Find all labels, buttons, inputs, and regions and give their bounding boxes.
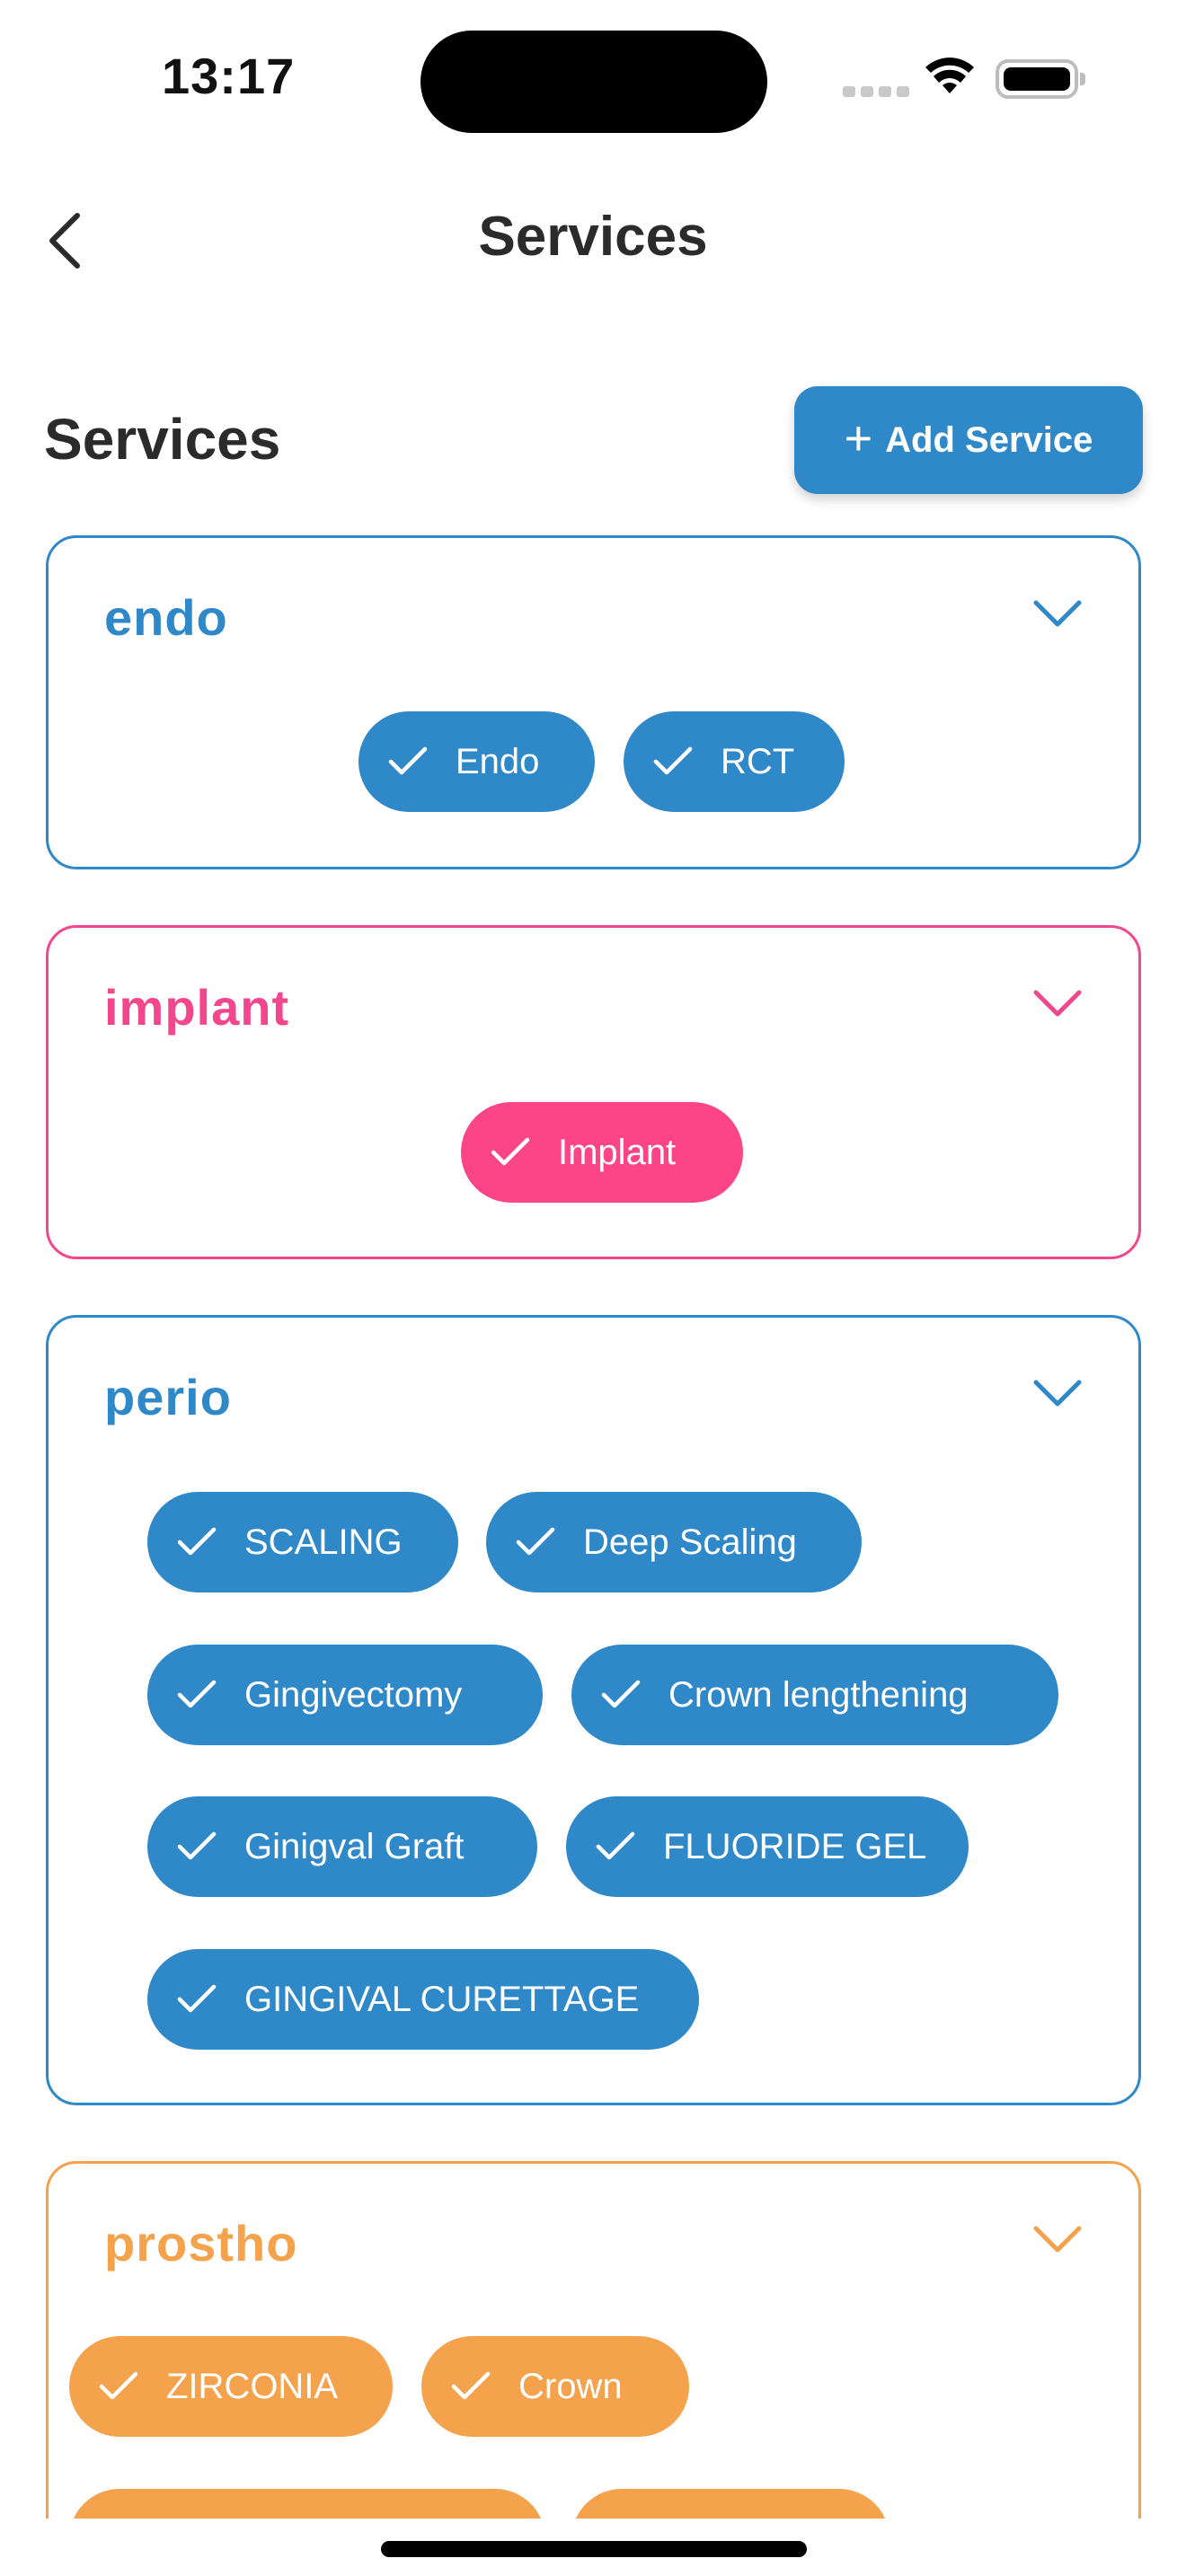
service-label: SCALING: [244, 1522, 403, 1562]
check-icon: [177, 1680, 217, 1708]
category-title: endo: [104, 589, 228, 646]
category-card-prostho: prostho ZIRCONIA Crown: [46, 2161, 1141, 2519]
check-icon: [516, 1527, 555, 1556]
service-chip[interactable]: FLUORIDE GEL: [566, 1796, 969, 1897]
service-chip[interactable]: Crown: [421, 2336, 689, 2437]
chevron-down-icon[interactable]: [1032, 1377, 1083, 1409]
chevron-down-icon[interactable]: [1032, 597, 1083, 630]
service-label: Implant: [558, 1132, 677, 1172]
check-icon: [653, 746, 693, 775]
service-label: Crown: [518, 2366, 623, 2406]
category-card-endo: endo Endo RCT: [46, 535, 1141, 869]
service-label: ZIRCONIA: [166, 2366, 339, 2406]
service-label: Ginigval Graft: [244, 1826, 465, 1866]
check-icon: [596, 1831, 635, 1860]
category-card-implant: implant Implant: [46, 925, 1141, 1259]
service-chip[interactable]: RCT: [624, 711, 845, 812]
chevron-down-icon[interactable]: [1032, 2223, 1083, 2255]
service-chip[interactable]: Implant: [461, 1102, 743, 1203]
service-chip[interactable]: Gingivectomy: [147, 1645, 543, 1745]
service-label: Deep Scaling: [583, 1522, 797, 1562]
check-icon: [601, 1680, 641, 1708]
category-title: prostho: [104, 2215, 298, 2272]
service-chip[interactable]: Endo: [358, 711, 595, 812]
service-chip[interactable]: GINGIVAL CURETTAGE: [147, 1949, 699, 2050]
category-title: perio: [104, 1369, 232, 1425]
chevron-down-icon[interactable]: [1032, 987, 1083, 1019]
service-label: GINGIVAL CURETTAGE: [244, 1979, 640, 2019]
service-label: FLUORIDE GEL: [663, 1826, 927, 1866]
service-chip[interactable]: Ginigval Graft: [147, 1796, 537, 1897]
service-label: Crown lengthening: [668, 1674, 969, 1715]
service-chip[interactable]: ZIRCONIA: [69, 2336, 393, 2437]
service-label: RCT: [721, 741, 795, 781]
category-card-perio: perio SCALING Deep Scaling Gingivectomy …: [46, 1315, 1141, 2105]
category-title: implant: [104, 979, 290, 1036]
service-chip[interactable]: SCALING: [147, 1492, 458, 1592]
service-chip-partial[interactable]: [69, 2489, 545, 2519]
check-icon: [388, 746, 428, 775]
check-icon: [177, 1831, 217, 1860]
home-indicator[interactable]: [381, 2541, 807, 2557]
check-icon: [99, 2371, 138, 2400]
check-icon: [491, 1137, 530, 1166]
service-chip[interactable]: Crown lengthening: [571, 1645, 1058, 1745]
services-list[interactable]: endo Endo RCT implant Implant perio SCAL…: [0, 0, 1186, 2519]
service-label: Endo: [456, 741, 540, 781]
service-label: Gingivectomy: [244, 1674, 463, 1715]
service-chip[interactable]: Deep Scaling: [486, 1492, 862, 1592]
check-icon: [177, 1984, 217, 2013]
check-icon: [177, 1527, 217, 1556]
service-chip-partial[interactable]: [571, 2489, 890, 2519]
check-icon: [451, 2371, 491, 2400]
